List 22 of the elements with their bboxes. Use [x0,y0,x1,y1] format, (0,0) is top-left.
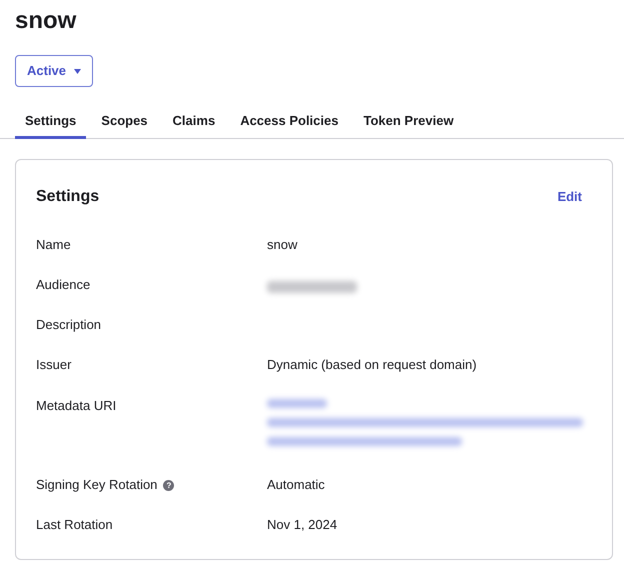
field-label: Signing Key Rotation [36,476,158,494]
tab[interactable]: Scopes [91,105,158,139]
field-label: Description [36,316,102,334]
field-label: Name [36,236,71,254]
page-title: snow [14,6,78,36]
help-icon[interactable]: ? [163,480,174,490]
card-title: Settings [36,187,100,207]
field-value: snow [267,236,298,254]
tab[interactable]: Token Preview [353,105,464,139]
field-value: Dynamic (based on request domain) [267,356,477,374]
field-value: Nov 1, 2024 [267,516,338,534]
field-label: Metadata URI [36,397,116,415]
field-label: Issuer [36,356,72,374]
field-value: Automatic [267,476,325,494]
field-label: Last Rotation [36,516,113,534]
tab[interactable]: Access Policies [230,105,348,139]
tab[interactable]: Claims [162,105,226,139]
caret-icon [74,68,82,74]
field-label: Audience [36,276,90,294]
edit-link[interactable]: Edit [557,187,592,207]
status-dropdown[interactable]: Active [15,55,94,87]
tab[interactable]: Settings [15,105,86,139]
